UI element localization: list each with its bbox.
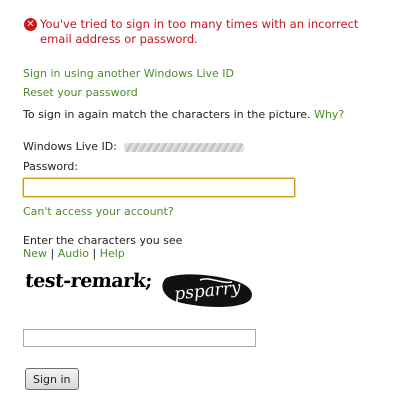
reset-password-row: Reset your password — [23, 86, 138, 100]
captcha-input[interactable] — [23, 329, 256, 347]
captcha-new-link[interactable]: New — [23, 247, 47, 260]
password-input[interactable] — [22, 177, 296, 198]
separator: | — [92, 247, 97, 260]
instruction-text: To sign in again match the characters in… — [23, 108, 311, 121]
sign-in-button[interactable]: Sign in — [25, 368, 79, 390]
error-text: You've tried to sign in too many times w… — [40, 17, 359, 46]
cant-access-account-link[interactable]: Can't access your account? — [23, 205, 174, 218]
captcha-prompt-row: Enter the characters you see — [23, 234, 182, 248]
captcha-image-text: test-remark; — [24, 270, 153, 292]
cant-access-row: Can't access your account? — [23, 205, 174, 219]
instruction-row: To sign in again match the characters in… — [23, 108, 344, 122]
sign-in-another-id-link[interactable]: Sign in using another Windows Live ID — [23, 67, 234, 80]
windows-live-id-obscured-value — [124, 142, 245, 152]
separator: | — [50, 247, 55, 260]
windows-live-id-row: Windows Live ID: — [23, 140, 245, 154]
why-link[interactable]: Why? — [314, 108, 344, 121]
windows-live-id-label: Windows Live ID: — [23, 140, 117, 153]
reset-password-link[interactable]: Reset your password — [23, 86, 138, 99]
captcha-options-row: New | Audio | Help — [23, 247, 125, 261]
password-label: Password: — [23, 160, 79, 173]
captcha-audio-link[interactable]: Audio — [58, 247, 89, 260]
error-x-icon: ✕ — [24, 18, 37, 31]
password-label-row: Password: — [23, 160, 78, 174]
sign-in-another-row: Sign in using another Windows Live ID — [23, 67, 234, 81]
captcha-help-link[interactable]: Help — [100, 247, 125, 260]
captcha-image-distorted: psparry — [162, 274, 252, 307]
captcha-prompt: Enter the characters you see — [23, 234, 183, 247]
